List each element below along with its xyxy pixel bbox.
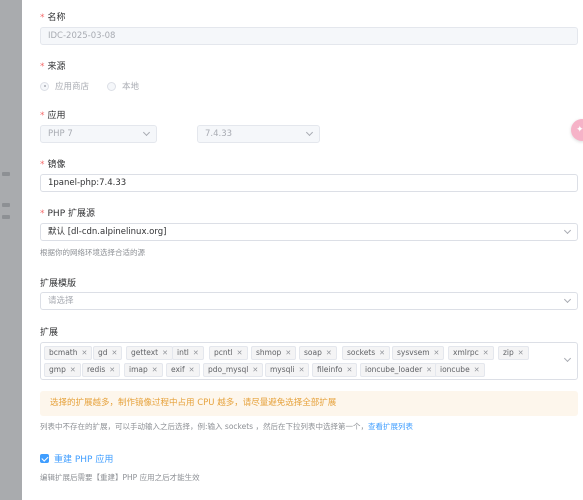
close-icon[interactable]: ✕: [483, 349, 489, 357]
version-select[interactable]: 7.4.33: [197, 125, 320, 143]
name-label: * 名称: [40, 13, 66, 23]
chevron-down-icon: [563, 295, 572, 304]
extension-tag[interactable]: gd ✕: [93, 346, 123, 360]
radio-dot: [107, 81, 117, 91]
extensions-label: 扩展: [40, 328, 59, 338]
app-select[interactable]: PHP 7: [40, 125, 157, 143]
image-label: * 镜像: [40, 160, 66, 170]
close-icon[interactable]: ✕: [285, 349, 291, 357]
source-label: * 来源: [40, 62, 66, 72]
source-radio-group: 应用商店 本地: [40, 80, 139, 92]
close-icon[interactable]: ✕: [70, 366, 76, 374]
rebuild-label: 重建 PHP 应用: [54, 455, 114, 465]
extension-tag[interactable]: shmop ✕: [251, 346, 297, 360]
close-icon[interactable]: ✕: [252, 366, 258, 374]
rebuild-checkbox[interactable]: [40, 454, 49, 463]
extension-tag[interactable]: ioncube ✕: [435, 363, 485, 377]
extension-tag[interactable]: zip ✕: [498, 346, 529, 360]
chevron-down-icon: [305, 128, 314, 137]
close-icon[interactable]: ✕: [434, 349, 440, 357]
assistant-icon: ✦: [576, 125, 583, 135]
close-icon[interactable]: ✕: [189, 366, 195, 374]
radio-dot: [40, 81, 49, 91]
extension-tag[interactable]: gettext ✕: [126, 346, 173, 360]
ext-source-select[interactable]: 默认 [dl-cdn.alpinelinux.org]: [40, 223, 578, 241]
ext-source-label: * PHP 扩展源: [40, 209, 95, 219]
extensions-warning-alert: 选择的扩展越多，制作镜像过程中占用 CPU 越多，请尽量避免选择全部扩展: [40, 391, 578, 416]
image-input[interactable]: 1panel-php:7.4.33: [40, 174, 578, 192]
close-icon[interactable]: ✕: [237, 349, 243, 357]
app-label: * 应用: [40, 111, 66, 121]
close-icon[interactable]: ✕: [347, 366, 353, 374]
extensions-multiselect[interactable]: bcmath ✕ gd ✕ gettext ✕ intl ✕ pcntl ✕ shmop ✕…: [40, 342, 578, 380]
close-icon[interactable]: ✕: [81, 349, 87, 357]
extension-tag[interactable]: exif ✕: [166, 363, 200, 377]
backdrop-ghost-mark: [2, 203, 10, 207]
extensions-hint: 列表中不存在的扩展，可以手动输入之后选择，例:输入 sockets ，然后在下拉…: [40, 422, 413, 431]
close-icon[interactable]: ✕: [193, 349, 199, 357]
close-icon[interactable]: ✕: [152, 366, 158, 374]
extension-tag[interactable]: ioncube_loader ✕: [360, 363, 438, 377]
extension-tag[interactable]: soap ✕: [299, 346, 337, 360]
ext-template-label: 扩展模版: [40, 279, 77, 289]
backdrop-ghost-mark: [2, 215, 10, 219]
extension-tag[interactable]: redis ✕: [82, 363, 121, 377]
extension-tag[interactable]: xmlrpc ✕: [448, 346, 494, 360]
close-icon[interactable]: ✕: [426, 366, 432, 374]
overlay-backdrop[interactable]: [0, 0, 22, 500]
chevron-down-icon: [563, 354, 572, 363]
chevron-down-icon: [563, 226, 572, 235]
close-icon[interactable]: ✕: [109, 366, 115, 374]
extension-tag[interactable]: sockets ✕: [342, 346, 391, 360]
extension-tag[interactable]: gmp ✕: [44, 363, 81, 377]
extension-tag[interactable]: bcmath ✕: [44, 346, 93, 360]
close-icon[interactable]: ✕: [112, 349, 118, 357]
rebuild-hint: 编辑扩展后需要【重建】PHP 应用之后才能生效: [40, 473, 200, 482]
name-input[interactable]: IDC-2025-03-08: [40, 27, 578, 45]
extension-tag[interactable]: pdo_mysql ✕: [203, 363, 264, 377]
extension-tag[interactable]: sysvsem ✕: [392, 346, 445, 360]
ext-template-select[interactable]: 请选择: [40, 292, 578, 310]
create-runtime-drawer: * 名称 IDC-2025-03-08 * 来源 应用商店 本地 * 应用 PHP 7…: [22, 0, 583, 500]
close-icon[interactable]: ✕: [299, 366, 305, 374]
ext-source-hint: 根据你的网络环境选择合适的源: [40, 248, 145, 257]
view-extension-list-link[interactable]: 查看扩展列表: [368, 422, 413, 431]
close-icon[interactable]: ✕: [326, 349, 332, 357]
source-radio-local[interactable]: 本地: [107, 80, 139, 92]
source-radio-appstore[interactable]: 应用商店: [40, 80, 89, 92]
close-icon[interactable]: ✕: [162, 349, 168, 357]
close-icon[interactable]: ✕: [379, 349, 385, 357]
extension-tag[interactable]: pcntl ✕: [209, 346, 248, 360]
chevron-down-icon: [142, 128, 151, 137]
backdrop-ghost-mark: [2, 172, 10, 176]
extension-tag[interactable]: mysqli ✕: [265, 363, 310, 377]
close-icon[interactable]: ✕: [474, 366, 480, 374]
close-icon[interactable]: ✕: [518, 349, 524, 357]
extension-tag[interactable]: imap ✕: [124, 363, 163, 377]
extension-tag[interactable]: fileinfo ✕: [312, 363, 358, 377]
extension-tag[interactable]: intl ✕: [172, 346, 204, 360]
rebuild-php-checkbox-row[interactable]: 重建 PHP 应用: [40, 452, 113, 465]
